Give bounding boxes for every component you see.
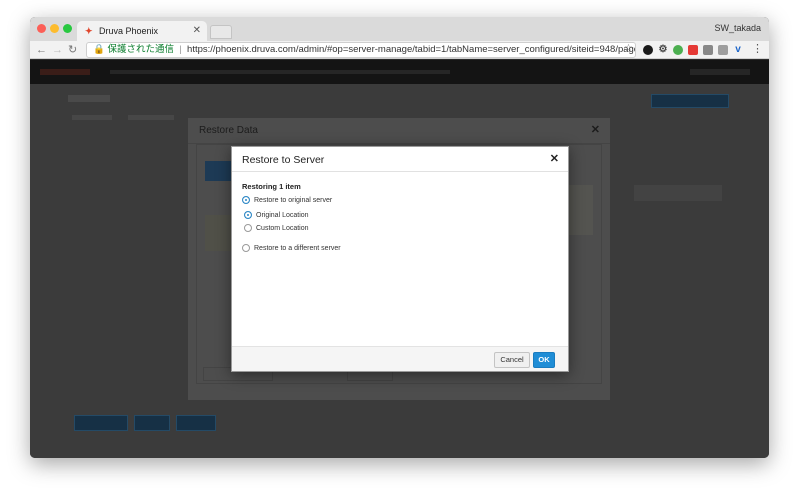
bottom-button-2[interactable] <box>134 415 170 431</box>
page-tab-1 <box>72 115 112 120</box>
settings-gear-icon[interactable]: ⚙ <box>658 45 668 55</box>
tab-bar: ✦ Druva Phoenix ✕ SW_takada <box>30 17 769 41</box>
address-bar[interactable]: 🔒 保護された通信 | https://phoenix.druva.com/ad… <box>86 42 636 58</box>
new-tab-button[interactable] <box>210 25 232 39</box>
extension-4-icon[interactable] <box>703 45 713 55</box>
extension-5-icon[interactable] <box>718 45 728 55</box>
restoring-count: Restoring 1 item <box>242 182 301 191</box>
profile-name[interactable]: SW_takada <box>714 23 761 33</box>
label-custom-location[interactable]: Custom Location <box>256 225 309 232</box>
radio-custom-location[interactable] <box>244 224 252 232</box>
app-nav-bar <box>30 60 769 84</box>
bottom-button-3[interactable] <box>176 415 216 431</box>
url-text: https://phoenix.druva.com/admin/#op=serv… <box>187 44 635 55</box>
modal-title: Restore to Server <box>242 154 325 166</box>
tab-title: Druva Phoenix <box>99 26 159 36</box>
reload-icon[interactable]: ↻ <box>68 42 77 58</box>
extension-3-icon[interactable] <box>688 45 698 55</box>
secure-label: 保護された通信 <box>107 44 174 55</box>
browser-tab[interactable]: ✦ Druva Phoenix ✕ <box>77 21 207 41</box>
label-different-server[interactable]: Restore to a different server <box>254 245 341 252</box>
restore-data-close-icon[interactable]: ✕ <box>591 123 600 136</box>
app-logo <box>40 69 90 75</box>
lock-icon: 🔒 <box>93 44 105 55</box>
radio-original-location[interactable] <box>244 211 252 219</box>
restore-to-server-modal: Restore to Server ✕ Restoring 1 item Res… <box>231 146 569 372</box>
modal-footer: Cancel OK <box>232 346 568 371</box>
zoom-window-button[interactable] <box>63 24 72 33</box>
page-heading <box>68 95 110 102</box>
page-tab-2 <box>128 115 174 120</box>
radio-different-server[interactable] <box>242 244 250 252</box>
label-original-server[interactable]: Restore to original server <box>254 197 332 204</box>
close-window-button[interactable] <box>37 24 46 33</box>
extension-1-icon[interactable] <box>643 45 653 55</box>
app-nav-right <box>690 69 750 75</box>
restore-data-title: Restore Data <box>199 125 258 136</box>
modal-header: Restore to Server ✕ <box>232 147 568 172</box>
forward-icon[interactable]: → <box>52 42 63 58</box>
modal-close-icon[interactable]: ✕ <box>550 152 559 165</box>
app-nav-items <box>110 70 450 74</box>
tab-close-icon[interactable]: ✕ <box>193 21 201 41</box>
cancel-button[interactable]: Cancel <box>494 352 530 368</box>
extension-v-icon[interactable]: v <box>733 45 743 55</box>
minimize-window-button[interactable] <box>50 24 59 33</box>
bottom-button-1[interactable] <box>74 415 128 431</box>
top-action-button[interactable] <box>651 94 729 108</box>
side-filter <box>634 185 722 201</box>
restore-data-header: Restore Data ✕ <box>188 118 610 144</box>
ok-button[interactable]: OK <box>533 352 555 368</box>
radio-original-server[interactable] <box>242 196 250 204</box>
browser-toolbar: ← → ↻ 🔒 保護された通信 | https://phoenix.druva.… <box>30 41 769 59</box>
druva-logo-icon: ✦ <box>85 26 93 36</box>
extension-2-icon[interactable] <box>673 45 683 55</box>
bookmark-star-icon[interactable]: ☆ <box>624 43 633 54</box>
label-original-location[interactable]: Original Location <box>256 212 309 219</box>
back-icon[interactable]: ← <box>36 42 47 58</box>
browser-menu-icon[interactable]: ⋮ <box>752 42 763 55</box>
